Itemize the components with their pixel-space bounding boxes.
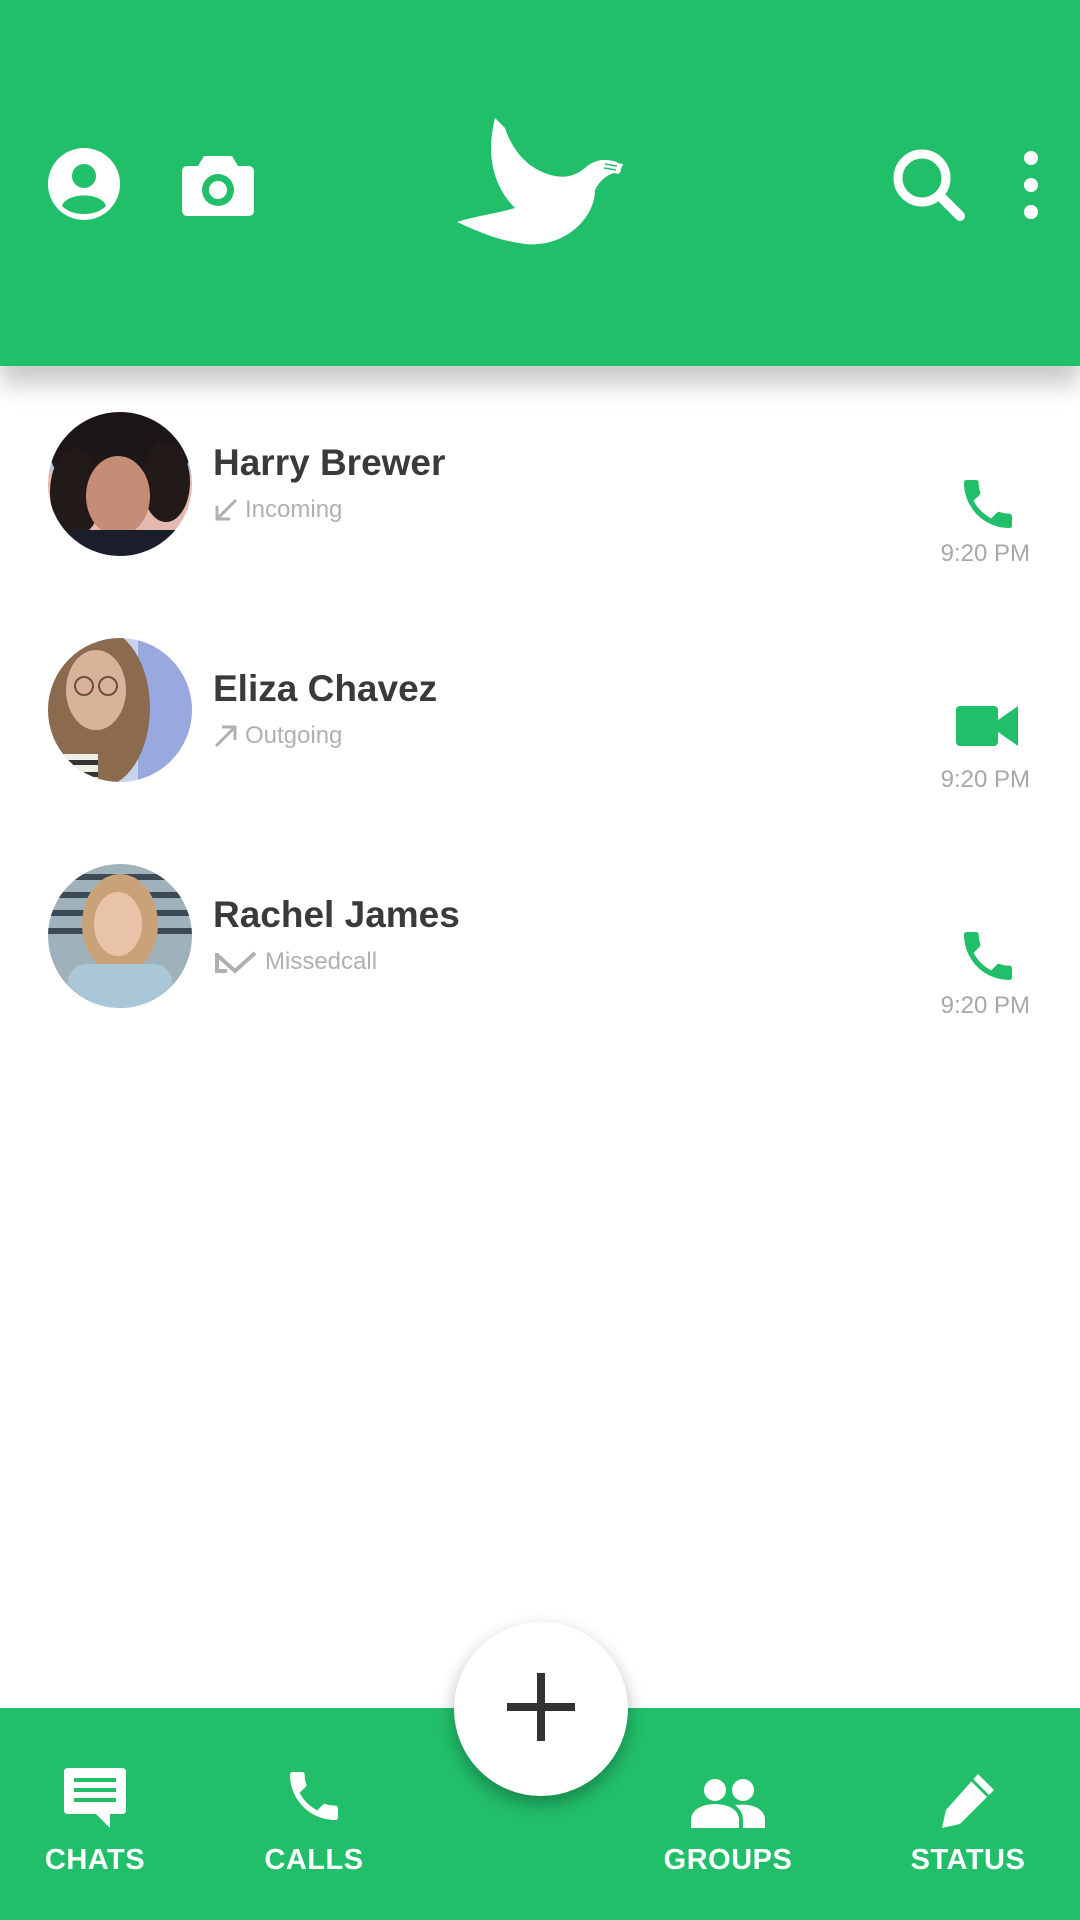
dove-logo [455, 118, 625, 248]
call-row-eliza-chavez[interactable]: Eliza Chavez Outgoing 9:20 PM [0, 638, 1080, 798]
arrow-outgoing-icon [213, 723, 239, 749]
camera-icon[interactable] [182, 150, 254, 218]
call-direction-label: Incoming [245, 496, 343, 523]
call-row-rachel-james[interactable]: Rachel James Missedcall 9:20 PM [0, 864, 1080, 1024]
groups-icon [643, 1758, 813, 1828]
avatar [48, 864, 192, 1008]
call-direction: Missedcall [213, 948, 377, 976]
avatar [48, 638, 192, 782]
more-vertical-icon[interactable] [1023, 150, 1039, 220]
phone-icon [229, 1758, 399, 1828]
phone-icon[interactable] [956, 472, 1020, 541]
tab-chats[interactable]: CHATS [10, 1758, 180, 1877]
search-icon[interactable] [892, 148, 966, 222]
tab-label: CALLS [264, 1844, 364, 1876]
chat-icon [10, 1758, 180, 1828]
tab-calls[interactable]: CALLS [229, 1758, 399, 1877]
call-direction: Incoming [213, 496, 342, 524]
contact-name: Harry Brewer [213, 442, 446, 483]
call-time: 9:20 PM [940, 766, 1030, 793]
call-time: 9:20 PM [940, 992, 1030, 1019]
pencil-icon [883, 1758, 1053, 1828]
plus-icon [507, 1672, 575, 1746]
tab-groups[interactable]: GROUPS [643, 1758, 813, 1877]
tab-label: STATUS [910, 1844, 1026, 1876]
tab-label: CHATS [44, 1844, 146, 1876]
avatar [48, 412, 192, 556]
call-row-harry-brewer[interactable]: Harry Brewer Incoming 9:20 PM [0, 412, 1080, 572]
phone-icon[interactable] [956, 924, 1020, 993]
arrow-incoming-icon [213, 497, 239, 523]
tab-status[interactable]: STATUS [883, 1758, 1053, 1877]
call-direction-label: Outgoing [245, 722, 343, 749]
call-direction-label: Missedcall [265, 948, 378, 975]
video-icon[interactable] [956, 704, 1020, 753]
tab-label: GROUPS [663, 1844, 793, 1876]
app-header [0, 0, 1080, 366]
call-time: 9:20 PM [940, 540, 1030, 567]
missed-call-icon [213, 949, 259, 975]
call-direction: Outgoing [213, 722, 342, 750]
profile-icon[interactable] [48, 148, 120, 220]
contact-name: Rachel James [213, 894, 460, 935]
contact-name: Eliza Chavez [213, 668, 438, 709]
new-call-button[interactable] [454, 1622, 628, 1796]
